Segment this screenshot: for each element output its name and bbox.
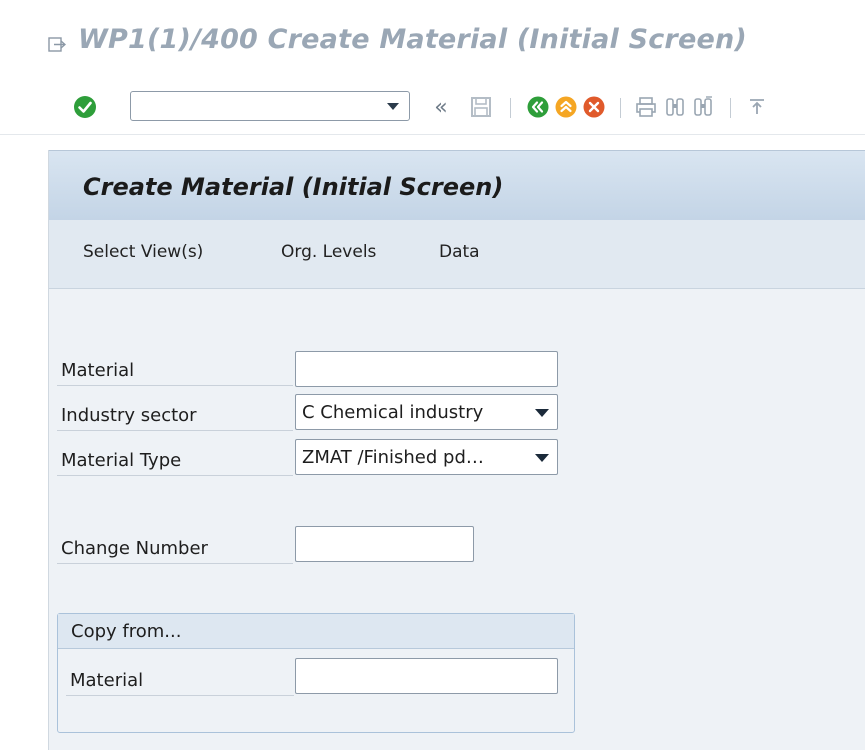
menu-select-views[interactable]: Select View(s) bbox=[83, 242, 203, 262]
screen-title: Create Material (Initial Screen) bbox=[83, 173, 504, 201]
save-button[interactable] bbox=[468, 94, 494, 120]
find-next-button[interactable] bbox=[690, 94, 716, 120]
find-icon bbox=[666, 98, 684, 116]
exit-button[interactable] bbox=[553, 94, 579, 120]
first-page-icon bbox=[750, 99, 764, 114]
change-number-label: Change Number bbox=[57, 526, 293, 564]
first-page-button[interactable] bbox=[744, 94, 770, 120]
copy-from-group: Copy from... Material bbox=[57, 613, 575, 733]
enter-icon bbox=[74, 96, 96, 118]
cancel-button[interactable] bbox=[581, 94, 607, 120]
chevron-down-icon[interactable] bbox=[535, 454, 549, 462]
save-icon bbox=[471, 97, 491, 117]
enter-button[interactable] bbox=[72, 94, 98, 120]
screen-header: Create Material (Initial Screen) bbox=[49, 150, 865, 221]
material-type-select[interactable]: ZMAT /Finished pd… bbox=[295, 439, 558, 475]
cancel-icon bbox=[583, 96, 605, 118]
find-next-icon bbox=[694, 96, 712, 116]
copy-from-title: Copy from... bbox=[71, 621, 182, 642]
chevron-down-icon[interactable] bbox=[535, 409, 549, 417]
toolbar-separator bbox=[620, 98, 621, 118]
menu-data[interactable]: Data bbox=[439, 242, 480, 262]
industry-sector-label: Industry sector bbox=[57, 393, 293, 431]
change-number-input[interactable] bbox=[295, 526, 474, 562]
material-input[interactable] bbox=[295, 351, 558, 387]
print-button[interactable] bbox=[633, 94, 659, 120]
material-label: Material bbox=[57, 348, 293, 386]
chevron-down-icon[interactable] bbox=[387, 102, 399, 110]
collapse-toolbar-button[interactable]: « bbox=[428, 94, 454, 120]
standard-toolbar: « bbox=[0, 82, 865, 135]
double-chevron-left-icon: « bbox=[434, 94, 448, 120]
toolbar-separator bbox=[510, 98, 511, 118]
menu-org-levels[interactable]: Org. Levels bbox=[281, 242, 376, 262]
command-field[interactable] bbox=[130, 91, 410, 121]
menu-icon[interactable] bbox=[48, 37, 66, 53]
copy-from-header: Copy from... bbox=[58, 614, 574, 649]
window-title: WP1(1)/400 Create Material (Initial Scre… bbox=[78, 24, 747, 55]
screen-menu-bar: Select View(s) Org. Levels Data bbox=[49, 220, 865, 289]
industry-sector-value: C Chemical industry bbox=[302, 401, 484, 423]
main-panel: Create Material (Initial Screen) Select … bbox=[48, 150, 865, 750]
copy-material-label: Material bbox=[66, 658, 294, 696]
exit-icon bbox=[555, 96, 577, 118]
back-icon bbox=[527, 96, 549, 118]
copy-material-input[interactable] bbox=[295, 658, 558, 694]
material-type-value: ZMAT /Finished pd… bbox=[302, 446, 484, 468]
industry-sector-select[interactable]: C Chemical industry bbox=[295, 394, 558, 430]
find-button[interactable] bbox=[662, 94, 688, 120]
material-type-label: Material Type bbox=[57, 438, 293, 476]
back-button[interactable] bbox=[525, 94, 551, 120]
title-bar: WP1(1)/400 Create Material (Initial Scre… bbox=[0, 0, 865, 82]
toolbar-separator bbox=[730, 98, 731, 118]
print-icon bbox=[636, 97, 656, 117]
